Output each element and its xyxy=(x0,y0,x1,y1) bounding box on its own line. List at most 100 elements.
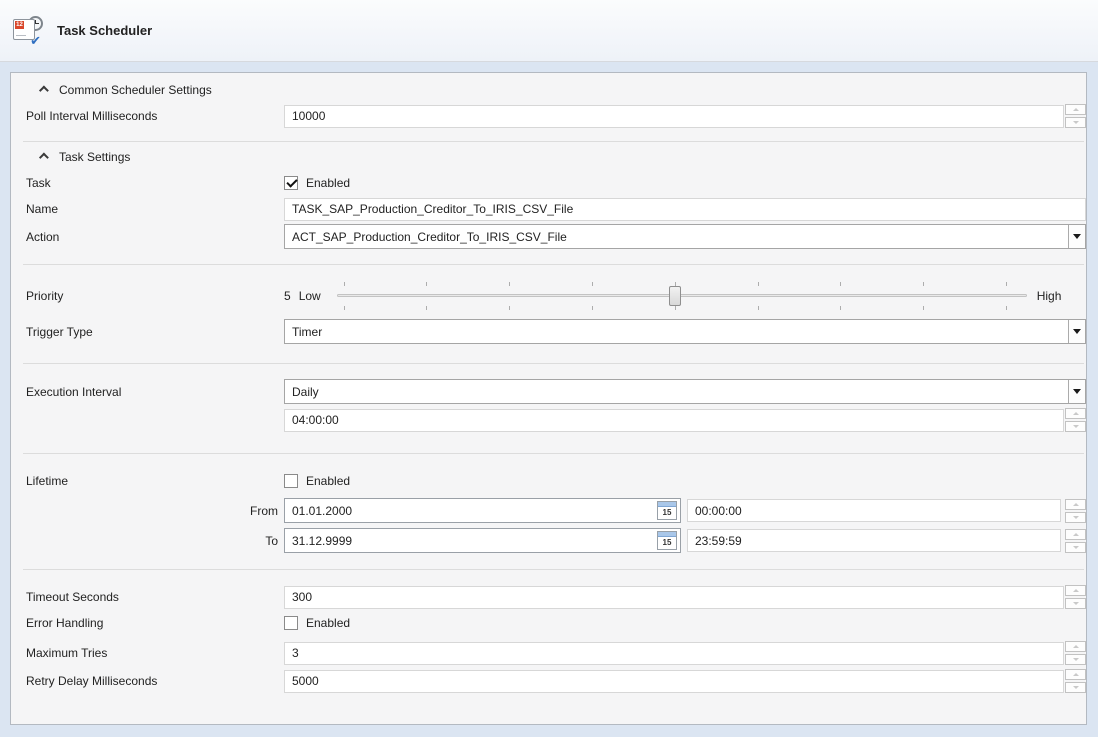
spinner-down-button[interactable] xyxy=(1065,421,1086,432)
lifetime-enabled-checkbox[interactable] xyxy=(284,474,298,488)
row-error-handling: Error Handling Enabled xyxy=(26,611,1086,635)
calendar-picker-button[interactable]: 15 xyxy=(657,501,677,520)
spinner-up-button[interactable] xyxy=(1065,529,1086,540)
action-label: Action xyxy=(26,230,284,244)
maximum-tries-spinner xyxy=(1065,641,1086,665)
triangle-down-icon xyxy=(1073,389,1081,394)
from-label: From xyxy=(26,504,284,518)
from-date-input[interactable]: 01.01.2000 15 xyxy=(284,498,681,523)
action-select[interactable]: ACT_SAP_Production_Creditor_To_IRIS_CSV_… xyxy=(284,224,1086,249)
task-scheduler-window: 12 ✔ Task Scheduler Common Scheduler Set… xyxy=(0,0,1098,737)
error-handling-checkbox-label: Enabled xyxy=(306,616,350,630)
trigger-type-select[interactable]: Timer xyxy=(284,319,1086,344)
poll-interval-spinner xyxy=(1065,104,1086,128)
trigger-type-label: Trigger Type xyxy=(26,325,284,339)
section-divider xyxy=(23,363,1084,364)
caret-down-icon xyxy=(1073,602,1079,605)
row-execution-interval: Execution Interval Daily xyxy=(26,379,1086,404)
priority-label: Priority xyxy=(26,289,284,303)
poll-interval-input[interactable] xyxy=(284,105,1064,128)
spinner-up-button[interactable] xyxy=(1065,104,1086,115)
error-handling-checkbox[interactable] xyxy=(284,616,298,630)
spinner-down-button[interactable] xyxy=(1065,512,1086,523)
spinner-down-button[interactable] xyxy=(1065,542,1086,553)
from-time-input[interactable] xyxy=(687,499,1061,522)
to-time-input[interactable] xyxy=(687,529,1061,552)
settings-panel: Common Scheduler Settings Poll Interval … xyxy=(10,72,1087,725)
spinner-down-button[interactable] xyxy=(1065,117,1086,128)
row-maximum-tries: Maximum Tries xyxy=(26,641,1086,665)
to-label: To xyxy=(26,534,284,548)
row-poll-interval: Poll Interval Milliseconds xyxy=(26,104,1086,128)
execution-interval-label: Execution Interval xyxy=(26,385,284,399)
row-task-enabled: Task Enabled xyxy=(26,171,1086,195)
lifetime-label: Lifetime xyxy=(26,474,284,488)
row-lifetime: Lifetime Enabled xyxy=(26,469,1086,493)
priority-slider-thumb[interactable] xyxy=(669,286,681,306)
lifetime-enabled-checkbox-label: Enabled xyxy=(306,474,350,488)
header-bar: 12 ✔ Task Scheduler xyxy=(0,0,1098,62)
chevron-up-icon[interactable] xyxy=(39,152,49,162)
execution-interval-select[interactable]: Daily xyxy=(284,379,1086,404)
retry-delay-input[interactable] xyxy=(284,670,1064,693)
caret-up-icon xyxy=(1073,108,1079,111)
to-time-spinner xyxy=(1065,529,1086,553)
caret-down-icon xyxy=(1073,425,1079,428)
spinner-up-button[interactable] xyxy=(1065,408,1086,419)
section-divider xyxy=(23,453,1084,454)
row-name: Name xyxy=(26,197,1086,221)
section-common-scheduler-settings[interactable]: Common Scheduler Settings xyxy=(39,79,212,101)
caret-down-icon xyxy=(1073,121,1079,124)
execution-time-input[interactable] xyxy=(284,409,1064,432)
slider-track[interactable] xyxy=(337,294,1027,297)
spinner-down-button[interactable] xyxy=(1065,654,1086,665)
section-divider xyxy=(23,141,1084,142)
task-scheduler-icon: 12 ✔ xyxy=(13,16,43,46)
error-handling-label: Error Handling xyxy=(26,616,284,630)
spinner-down-button[interactable] xyxy=(1065,598,1086,609)
priority-slider[interactable] xyxy=(337,278,1027,314)
spinner-down-button[interactable] xyxy=(1065,682,1086,693)
row-retry-delay: Retry Delay Milliseconds xyxy=(26,669,1086,693)
caret-up-icon xyxy=(1073,533,1079,536)
row-action: Action ACT_SAP_Production_Creditor_To_IR… xyxy=(26,224,1086,249)
row-timeout: Timeout Seconds xyxy=(26,585,1086,609)
section-task-settings[interactable]: Task Settings xyxy=(39,146,130,168)
caret-down-icon xyxy=(1073,658,1079,661)
section-divider xyxy=(23,569,1084,570)
dropdown-arrow-button[interactable] xyxy=(1068,320,1085,343)
spinner-up-button[interactable] xyxy=(1065,641,1086,652)
task-enabled-checkbox-label: Enabled xyxy=(306,176,350,190)
row-lifetime-from: From 01.01.2000 15 xyxy=(26,498,1086,523)
timeout-input[interactable] xyxy=(284,586,1064,609)
maximum-tries-label: Maximum Tries xyxy=(26,646,284,660)
task-label: Task xyxy=(26,176,284,190)
caret-down-icon xyxy=(1073,546,1079,549)
spinner-up-button[interactable] xyxy=(1065,669,1086,680)
poll-interval-label: Poll Interval Milliseconds xyxy=(26,109,284,123)
caret-up-icon xyxy=(1073,412,1079,415)
calendar-picker-button[interactable]: 15 xyxy=(657,531,677,550)
row-lifetime-to: To 31.12.9999 15 xyxy=(26,528,1086,553)
dropdown-arrow-button[interactable] xyxy=(1068,380,1085,403)
priority-low-label: Low xyxy=(299,289,323,303)
row-trigger-type: Trigger Type Timer xyxy=(26,319,1086,344)
spinner-up-button[interactable] xyxy=(1065,499,1086,510)
retry-delay-spinner xyxy=(1065,669,1086,693)
timeout-spinner xyxy=(1065,585,1086,609)
name-label: Name xyxy=(26,202,284,216)
task-enabled-checkbox[interactable] xyxy=(284,176,298,190)
maximum-tries-input[interactable] xyxy=(284,642,1064,665)
caret-up-icon xyxy=(1073,589,1079,592)
triangle-down-icon xyxy=(1073,329,1081,334)
priority-value: 5 xyxy=(284,289,291,303)
spinner-up-button[interactable] xyxy=(1065,585,1086,596)
priority-high-label: High xyxy=(1037,289,1062,303)
task-name-input[interactable] xyxy=(284,198,1086,221)
row-priority: Priority 5 Low High xyxy=(26,278,1086,314)
triangle-down-icon xyxy=(1073,234,1081,239)
chevron-up-icon[interactable] xyxy=(39,85,49,95)
to-date-input[interactable]: 31.12.9999 15 xyxy=(284,528,681,553)
caret-down-icon xyxy=(1073,516,1079,519)
dropdown-arrow-button[interactable] xyxy=(1068,225,1085,248)
